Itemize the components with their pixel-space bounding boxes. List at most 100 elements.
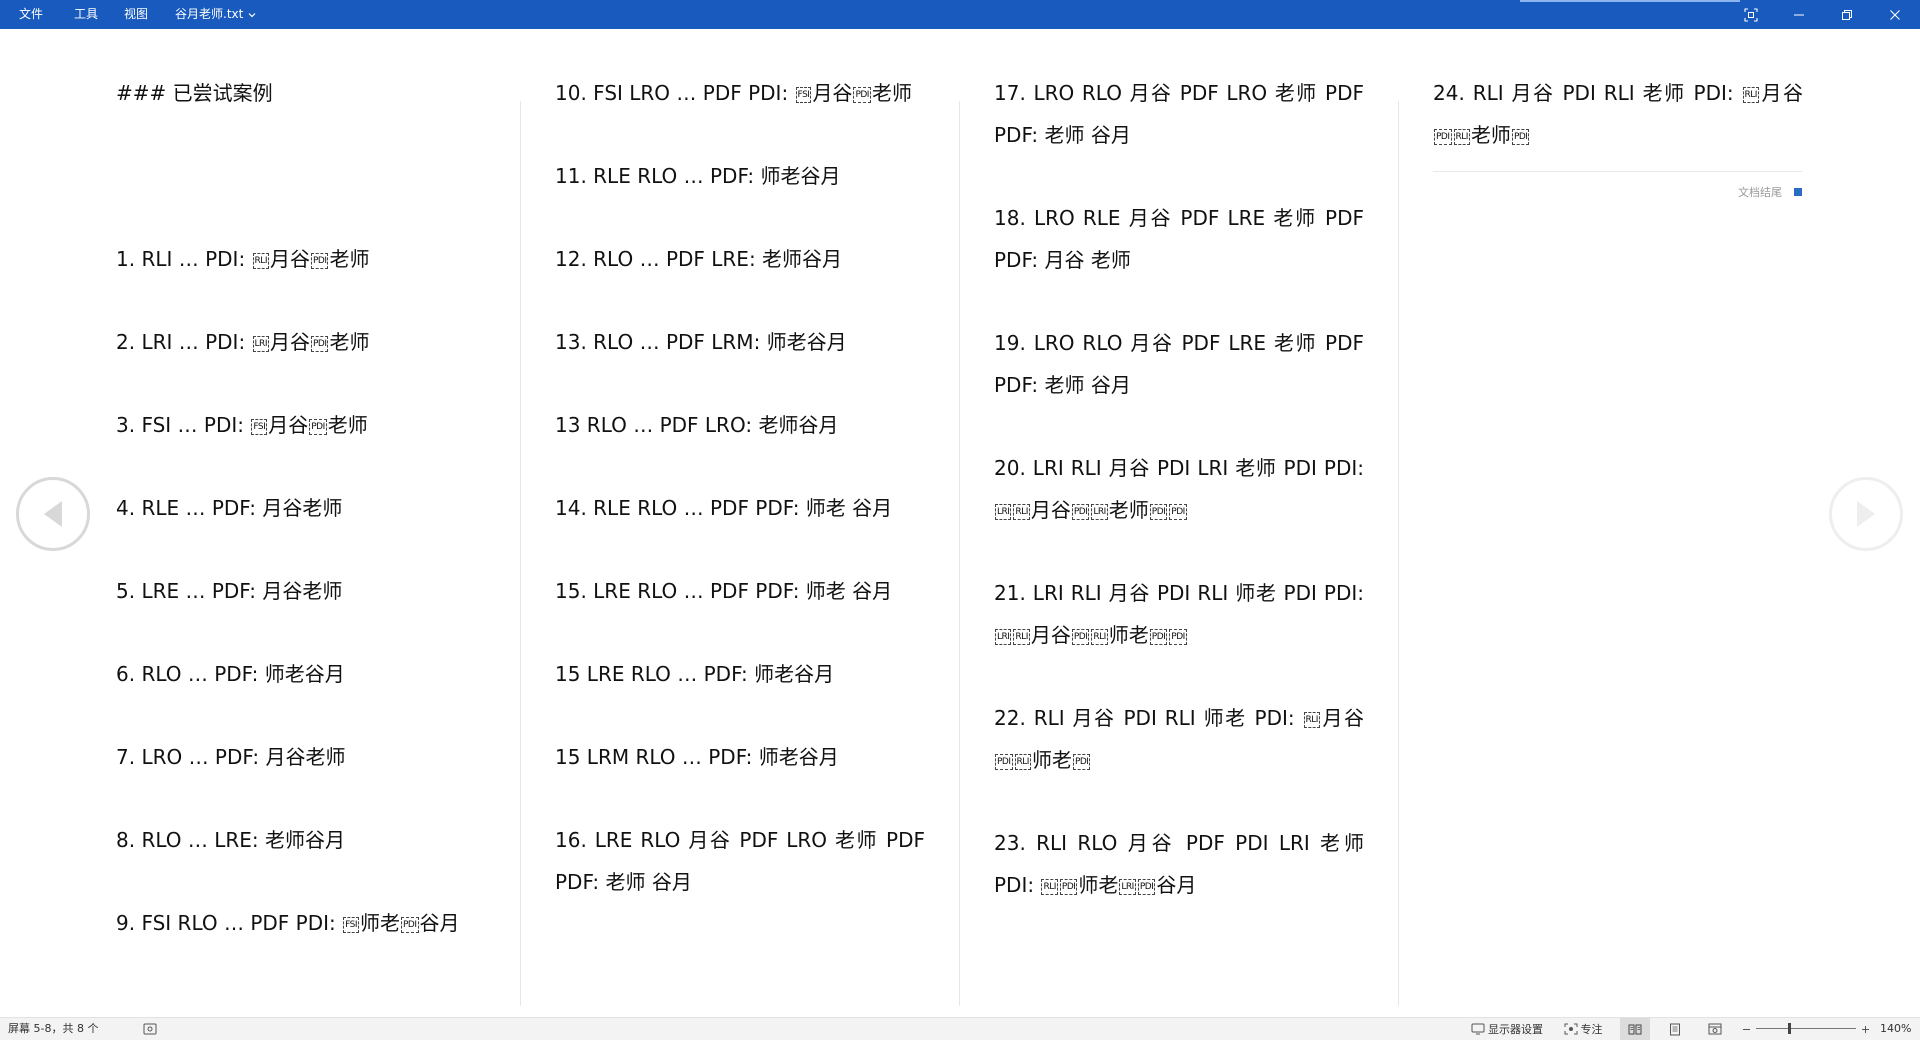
paragraph-text: 6. RLO … PDF: 师老谷月 — [116, 662, 345, 686]
control-char-glyph: RLI — [1013, 628, 1030, 645]
column-divider — [1398, 101, 1399, 1006]
menu-tools[interactable]: 工具 — [72, 0, 100, 29]
paragraph-text: 3. FSI … PDI: — [116, 413, 251, 437]
accessibility-button[interactable] — [140, 1018, 160, 1040]
control-char-glyph: FSI — [343, 916, 359, 933]
document-end-label: 文档结尾 — [1738, 186, 1782, 199]
paragraph-text: 13. RLO … PDF LRM: 师老谷月 — [555, 330, 847, 354]
control-char-glyph: PDI — [1149, 503, 1168, 520]
control-char-glyph: PDI — [1434, 128, 1452, 145]
control-char-glyph: PDI — [310, 335, 329, 352]
paragraph-text: 老师 — [329, 247, 370, 271]
paragraph-text: 13 RLO … PDF LRO: 老师谷月 — [555, 413, 839, 437]
paragraph: 24. RLI 月谷 PDI RLI 老师 PDI: RLI 月谷 PDI RLI 老… — [1433, 72, 1803, 156]
control-char-glyph: RLI — [1014, 753, 1031, 770]
paragraph: 2. LRI … PDI: LRI 月谷 PDI 老师 — [116, 321, 446, 363]
paragraph-text: 4. RLE … PDF: 月谷老师 — [116, 496, 343, 520]
menu-file[interactable]: 文件 — [17, 0, 45, 29]
zoom-out-button[interactable] — [1739, 1018, 1753, 1040]
document-end-rule — [1433, 171, 1802, 172]
control-char-glyph: RLI — [252, 252, 269, 269]
minimize-button[interactable] — [1776, 0, 1822, 29]
text-column-4: 24. RLI 月谷 PDI RLI 老师 PDI: RLI 月谷 PDI RLI 老… — [1433, 72, 1803, 1007]
paragraph-text: 15. LRE RLO … PDF PDF: 师老 谷月 — [555, 579, 893, 603]
reading-area[interactable]: ### 已尝试案例 1. RLI … PDI: RLI 月谷 PDI 老师 2. LRI… — [0, 29, 1920, 1017]
control-char-glyph: FSI — [251, 418, 268, 435]
book-icon — [1628, 1024, 1642, 1035]
control-char-glyph: PDI — [1059, 878, 1078, 895]
paragraph-text: 1. RLI … PDI: — [116, 247, 252, 271]
page-info: 屏幕 5-8，共 8 个 — [8, 1022, 99, 1035]
paragraph-text: 月谷 — [812, 81, 853, 105]
paragraph-text: 谷月 — [419, 911, 460, 935]
control-char-glyph: PDI — [1169, 628, 1187, 645]
control-char-glyph: RLI — [1453, 128, 1470, 145]
paragraph: 17. LRO RLO 月谷 PDF LRO 老师 PDF PDF: 老师 谷月 — [994, 72, 1364, 156]
control-char-glyph: LRI — [1119, 878, 1136, 895]
status-bar: 屏幕 5-8，共 8 个 显示器设置 专注 140% — [0, 1017, 1920, 1040]
close-icon — [1890, 9, 1900, 20]
paragraph-text: 谷月 — [1156, 873, 1197, 897]
loading-indicator — [1520, 0, 1740, 2]
paragraph: 9. FSI RLO … PDF PDI: FSI 师老 PDI 谷月 — [116, 902, 460, 944]
arrow-left-icon — [44, 501, 62, 527]
control-char-glyph: RLI — [1013, 503, 1030, 520]
paragraph: 15. LRE RLO … PDF PDF: 师老 谷月 — [555, 570, 925, 612]
paragraph: 22. RLI 月谷 PDI RLI 师老 PDI: RLI 月谷 PDI RLI 师… — [994, 697, 1364, 781]
paragraph-text: 8. RLO … LRE: 老师谷月 — [116, 828, 345, 852]
paragraph-text: 22. RLI 月谷 PDI RLI 师老 PDI: — [994, 706, 1303, 730]
restore-button[interactable] — [1824, 0, 1870, 29]
control-char-glyph: RLI — [1303, 711, 1320, 728]
paragraph: 15 LRE RLO … PDF: 师老谷月 — [555, 653, 925, 695]
paragraph: 10. FSI LRO … PDF PDI: FSI 月谷 PDI 老师 — [555, 72, 925, 114]
paragraph: 15 LRM RLO … PDF: 师老谷月 — [555, 736, 925, 778]
paragraph-text: 18. LRO RLE 月谷 PDF LRE 老师 PDF PDF: 月谷 老师 — [994, 206, 1364, 272]
paragraph-text: 老师 — [1470, 123, 1511, 147]
fullscreen-button[interactable] — [1728, 0, 1774, 29]
next-page-button[interactable] — [1829, 477, 1903, 551]
control-char-glyph: PDI — [1071, 503, 1090, 520]
paragraph-text: 5. LRE … PDF: 月谷老师 — [116, 579, 343, 603]
paragraph: 13 RLO … PDF LRO: 老师谷月 — [555, 404, 925, 446]
web-layout-button[interactable] — [1700, 1018, 1730, 1040]
control-char-glyph: LRI — [1091, 503, 1108, 520]
previous-page-button[interactable] — [16, 477, 90, 551]
control-char-glyph: PDI — [1137, 878, 1156, 895]
paragraph: 5. LRE … PDF: 月谷老师 — [116, 570, 446, 612]
paragraph-text: 16. LRE RLO 月谷 PDF LRO 老师 PDF PDF: 老师 谷月 — [555, 828, 925, 894]
paragraph-text: 21. LRI RLI 月谷 PDI RLI 师老 PDI PDI: — [994, 581, 1364, 605]
zoom-in-button[interactable] — [1858, 1018, 1872, 1040]
control-char-glyph: PDI — [1071, 628, 1090, 645]
accessibility-icon — [143, 1023, 157, 1035]
control-char-glyph: RLI — [1742, 86, 1759, 103]
zoom-slider[interactable] — [1756, 1028, 1856, 1029]
text-column-3: 17. LRO RLO 月谷 PDF LRO 老师 PDF PDF: 老师 谷月… — [994, 72, 1364, 1007]
document-title-dropdown[interactable]: 谷月老师.txt — [175, 0, 256, 29]
zoom-level[interactable]: 140% — [1880, 1018, 1911, 1040]
paragraph-text: 19. LRO RLO 月谷 PDF LRE 老师 PDF PDF: 老师 谷月 — [994, 331, 1364, 397]
control-char-glyph: LRI — [995, 503, 1012, 520]
paragraph-text: 月谷 — [269, 247, 310, 271]
paragraph-text: 9. FSI RLO … PDF PDI: — [116, 911, 343, 935]
menu-view[interactable]: 视图 — [122, 0, 150, 29]
focus-icon — [1564, 1023, 1577, 1035]
paragraph-text: 老师 — [327, 413, 368, 437]
arrow-right-icon — [1857, 501, 1875, 527]
paragraph-text: 11. RLE RLO … PDF: 师老谷月 — [555, 164, 841, 188]
paragraph-text: 14. RLE RLO … PDF PDF: 师老 谷月 — [555, 496, 893, 520]
paragraph: 4. RLE … PDF: 月谷老师 — [116, 487, 446, 529]
reader-window: 文件 工具 视图 谷月老师.txt ### 已尝试案例 1. RLI … PDI… — [0, 0, 1920, 1040]
read-mode-button[interactable] — [1620, 1018, 1650, 1040]
close-button[interactable] — [1872, 0, 1918, 29]
monitor-icon — [1471, 1023, 1485, 1035]
paragraph-text: 老师 — [1108, 498, 1149, 522]
paragraph-text: 老师 — [329, 330, 370, 354]
display-settings-button[interactable]: 显示器设置 — [1466, 1018, 1548, 1040]
paragraph-text: 月谷 — [1759, 81, 1804, 105]
column-divider — [520, 101, 521, 1006]
zoom-slider-thumb[interactable] — [1788, 1023, 1791, 1034]
focus-mode-button[interactable]: 专注 — [1559, 1018, 1607, 1040]
document-end-square-icon — [1794, 188, 1802, 196]
print-layout-button[interactable] — [1660, 1018, 1690, 1040]
paragraph-text: 师老 — [1078, 873, 1119, 897]
